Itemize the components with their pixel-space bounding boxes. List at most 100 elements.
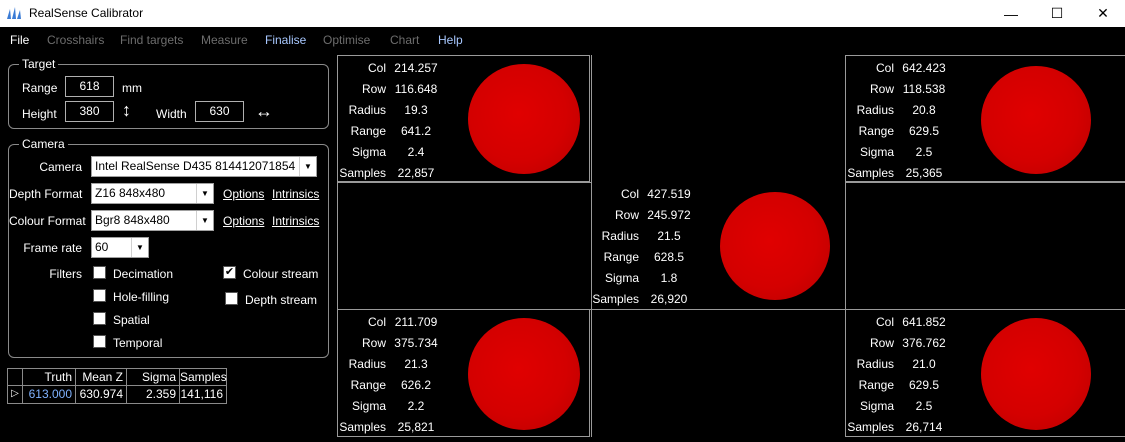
depth-stream-checkbox[interactable]: [225, 292, 238, 305]
stat-value-col: 211.709: [394, 315, 438, 329]
camera-group-title: Camera: [19, 137, 68, 151]
temporal-label: Temporal: [113, 336, 163, 350]
frame-rate-label: Frame rate: [23, 241, 82, 255]
chevron-down-icon: ▼: [196, 211, 213, 230]
target-blob-image: [981, 318, 1091, 430]
target-panel-bottom-right: Col 641.852 Row 376.762 Radius 21.0 Range 629.5…: [845, 309, 1125, 437]
stat-value-samples: 25,821: [397, 420, 435, 434]
stat-value-samples: 25,365: [905, 166, 943, 180]
stat-value-sigma: 2.2: [407, 399, 425, 413]
depth-intrinsics-link[interactable]: Intrinsics: [272, 187, 319, 201]
grid-cell-truth[interactable]: 613.000: [23, 386, 76, 403]
depth-format-select[interactable]: Z16 848x480 ▼: [91, 183, 214, 204]
colour-stream-label: Colour stream: [243, 267, 319, 281]
grid-cell-sigma[interactable]: 2.359: [127, 386, 180, 403]
stat-value-row: 376.762: [902, 336, 946, 350]
height-input[interactable]: 380: [65, 101, 114, 122]
menu-find-targets[interactable]: Find targets: [120, 33, 183, 47]
panel-divider: [337, 55, 338, 437]
filters-label: Filters: [49, 267, 82, 281]
menu-crosshairs[interactable]: Crosshairs: [47, 33, 104, 47]
stat-value-range: 628.5: [653, 250, 685, 264]
depth-options-link[interactable]: Options: [223, 187, 264, 201]
frame-rate-select[interactable]: 60 ▼: [91, 237, 149, 258]
stat-value-radius: 21.5: [657, 229, 681, 243]
panel-divider: [845, 182, 1125, 183]
stat-value-samples: 26,714: [905, 420, 943, 434]
vertical-arrow-icon: ↕: [122, 100, 131, 120]
maximize-button[interactable]: ☐: [1034, 0, 1080, 27]
grid-header-mean-z[interactable]: Mean Z: [76, 369, 127, 386]
camera-select[interactable]: Intel RealSense D435 814412071854 ▼: [91, 156, 317, 177]
target-group-title: Target: [19, 57, 59, 71]
menu-measure[interactable]: Measure: [201, 33, 248, 47]
menu-finalise[interactable]: Finalise: [265, 33, 306, 47]
height-label: Height: [22, 107, 57, 121]
menu-help[interactable]: Help: [438, 33, 463, 47]
chevron-down-icon: ▼: [299, 157, 316, 176]
results-grid: Truth Mean Z Sigma Samples ▷ 613.000 630…: [7, 368, 227, 404]
app-icon: [7, 7, 21, 19]
target-blob-image: [468, 64, 580, 174]
close-button[interactable]: ✕: [1080, 0, 1125, 27]
decimation-label: Decimation: [113, 267, 174, 281]
menu-chart[interactable]: Chart: [390, 33, 419, 47]
stat-value-range: 641.2: [400, 124, 432, 138]
target-panel-bottom-left: Col 211.709 Row 375.734 Radius 21.3 Range 626.2…: [337, 309, 590, 437]
target-blob-image: [468, 318, 580, 430]
target-blob-image: [981, 66, 1091, 174]
window-title: RealSense Calibrator: [29, 6, 144, 20]
grid-header-row: Truth Mean Z Sigma Samples: [8, 369, 227, 386]
stat-value-samples: 22,857: [397, 166, 435, 180]
stat-value-row: 375.734: [394, 336, 438, 350]
grid-cell-mean-z[interactable]: 630.974: [76, 386, 127, 403]
chevron-down-icon: ▼: [131, 238, 148, 257]
range-unit: mm: [122, 81, 142, 95]
stat-value-sigma: 2.4: [407, 145, 425, 159]
grid-header-sigma[interactable]: Sigma: [127, 369, 180, 386]
menu-optimise[interactable]: Optimise: [323, 33, 370, 47]
width-input[interactable]: 630: [195, 101, 244, 122]
camera-group: Camera Camera Intel RealSense D435 81441…: [8, 137, 329, 358]
target-blob-image: [720, 192, 830, 300]
decimation-checkbox[interactable]: [93, 266, 106, 279]
colour-stream-checkbox[interactable]: ✔: [223, 266, 236, 279]
grid-header-samples[interactable]: Samples: [180, 369, 227, 386]
target-panel-top-right: Col 642.423 Row 118.538 Radius 20.8 Range 629.5…: [845, 55, 1125, 182]
temporal-checkbox[interactable]: [93, 335, 106, 348]
range-label: Range: [22, 81, 58, 95]
spatial-label: Spatial: [113, 313, 150, 327]
table-row[interactable]: ▷ 613.000 630.974 2.359 141,116: [8, 386, 226, 403]
stat-value-sigma: 1.8: [660, 271, 678, 285]
grid-corner: [8, 369, 23, 386]
depth-stream-label: Depth stream: [245, 293, 318, 307]
colour-options-link[interactable]: Options: [223, 214, 264, 228]
grid-cell-samples[interactable]: 141,116: [180, 386, 226, 403]
minimize-button[interactable]: —: [988, 0, 1034, 27]
spatial-checkbox[interactable]: [93, 312, 106, 325]
grid-header-truth[interactable]: Truth: [23, 369, 76, 386]
range-input[interactable]: 618: [65, 76, 114, 97]
colour-format-label: Colour Format: [9, 214, 86, 228]
width-label: Width: [156, 107, 187, 121]
hole-filling-checkbox[interactable]: [93, 289, 106, 302]
stat-value-radius: 19.3: [404, 103, 428, 117]
stat-value-col: 214.257: [394, 61, 438, 75]
title-bar: RealSense Calibrator — ☐ ✕: [0, 0, 1125, 27]
stat-value-sigma: 2.5: [915, 145, 933, 159]
stat-value-sigma: 2.5: [915, 399, 933, 413]
stat-value-row: 245.972: [647, 208, 691, 222]
hole-filling-label: Hole-filling: [113, 290, 170, 304]
camera-label: Camera: [39, 160, 82, 174]
stat-value-range: 629.5: [908, 124, 940, 138]
panel-divider: [591, 55, 592, 437]
panel-divider: [845, 55, 846, 437]
row-selector-icon[interactable]: ▷: [8, 386, 23, 403]
stat-value-col: 427.519: [647, 187, 691, 201]
horizontal-arrow-icon: ↔: [255, 101, 273, 121]
stat-value-range: 629.5: [908, 378, 940, 392]
colour-format-select[interactable]: Bgr8 848x480 ▼: [91, 210, 214, 231]
colour-intrinsics-link[interactable]: Intrinsics: [272, 214, 319, 228]
stat-value-radius: 21.0: [912, 357, 936, 371]
menu-file[interactable]: File: [10, 33, 29, 47]
